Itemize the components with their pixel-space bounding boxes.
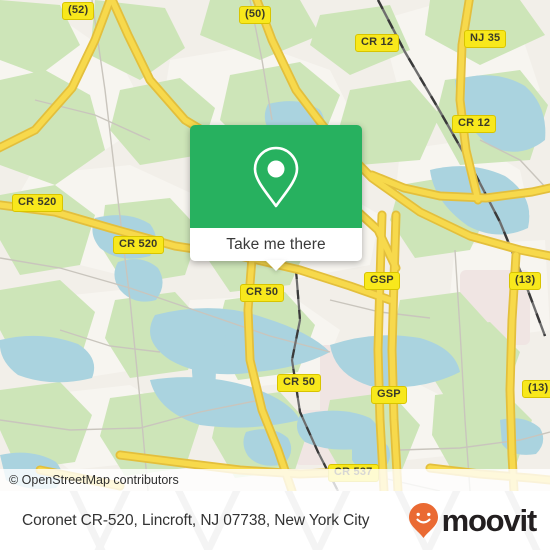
openstreetmap-attribution[interactable]: © OpenStreetMap contributors xyxy=(0,473,179,487)
card-action-bar[interactable]: Take me there xyxy=(190,228,362,261)
shield-cr50-lower: CR 50 xyxy=(277,374,322,392)
shield-gsp-lower: GSP xyxy=(371,386,407,404)
shield-13-upper: (13) xyxy=(509,272,542,290)
shield-cr50-mid: CR 50 xyxy=(240,284,285,302)
take-me-there-label[interactable]: Take me there xyxy=(226,236,326,254)
moovit-smiley-pin-icon xyxy=(408,503,438,538)
card-icon-panel xyxy=(190,125,362,228)
card-pointer-tail xyxy=(265,260,287,271)
shield-cr520-mid: CR 520 xyxy=(113,236,164,254)
moovit-logo[interactable]: moovit xyxy=(407,502,538,539)
moovit-map-share-card: (52) (50) CR 12 NJ 35 CR 12 CR 520 CR 520 CR 50… xyxy=(0,0,550,550)
shield-cr12-right: CR 12 xyxy=(452,115,497,133)
moovit-wordmark: moovit xyxy=(441,503,538,538)
shield-cr520-left: CR 520 xyxy=(12,194,63,212)
take-me-there-card[interactable]: Take me there xyxy=(190,125,362,271)
shield-cr12-top: CR 12 xyxy=(355,34,400,52)
address-label: Coronet CR-520, Lincroft, NJ 07738, New … xyxy=(22,511,370,529)
footer-content: Coronet CR-520, Lincroft, NJ 07738, New … xyxy=(0,491,550,550)
shield-52-top: (52) xyxy=(62,2,95,20)
shield-nj35: NJ 35 xyxy=(464,30,507,48)
shield-13-lower: (13) xyxy=(522,380,550,398)
location-pin-icon xyxy=(253,146,299,207)
shield-50-top: (50) xyxy=(239,6,272,24)
footer-bar: Coronet CR-520, Lincroft, NJ 07738, New … xyxy=(0,491,550,550)
map-attribution-bar: © OpenStreetMap contributors xyxy=(0,469,550,491)
shield-gsp-upper: GSP xyxy=(364,272,400,290)
